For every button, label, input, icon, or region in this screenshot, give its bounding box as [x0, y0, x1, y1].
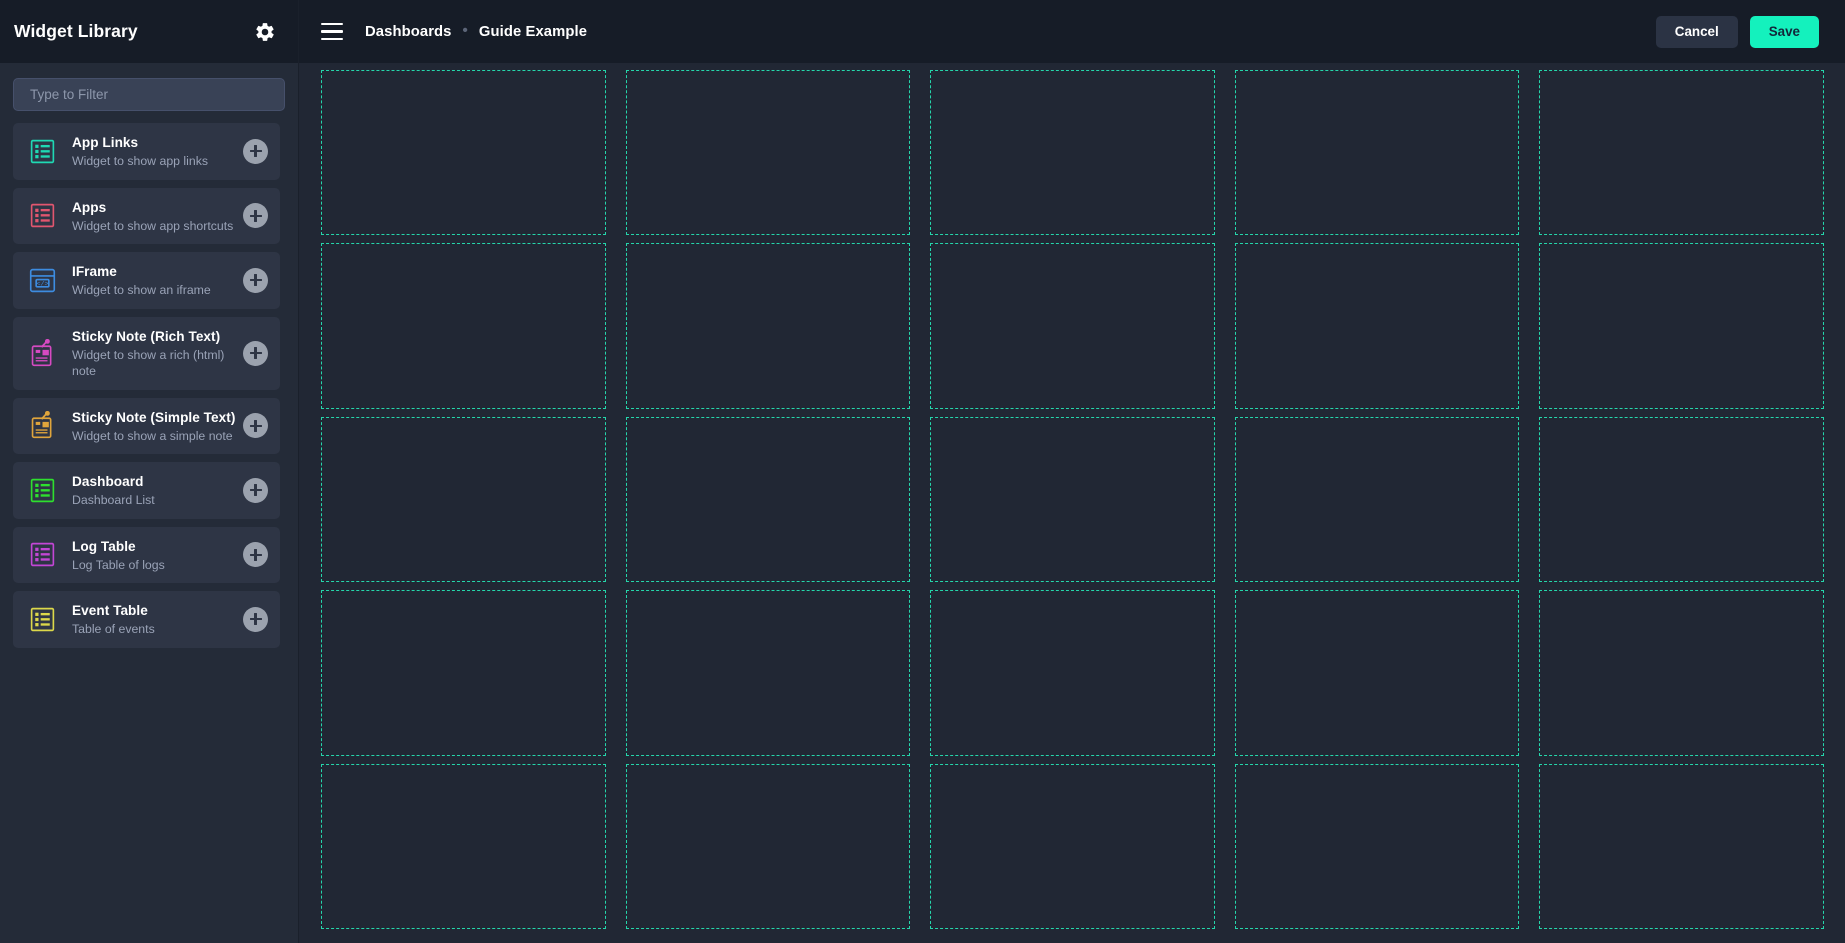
- widget-library-item[interactable]: Sticky Note (Simple Text)Widget to show …: [13, 398, 280, 455]
- list-icon: [27, 475, 58, 506]
- grid-drop-cell[interactable]: [930, 590, 1215, 755]
- sticky-note-icon: [27, 338, 58, 369]
- widget-item-description: Widget to show a simple note: [72, 428, 237, 445]
- grid-drop-cell[interactable]: [1539, 590, 1824, 755]
- grid-drop-cell[interactable]: [321, 243, 606, 408]
- widget-item-description: Widget to show a rich (html) note: [72, 347, 237, 380]
- widget-library-panel: Widget Library App LinksWidget to show a…: [0, 0, 299, 943]
- widget-item-description: Widget to show an iframe: [72, 282, 237, 299]
- widget-library-item[interactable]: Sticky Note (Rich Text)Widget to show a …: [13, 317, 280, 390]
- widget-item-description: Log Table of logs: [72, 557, 237, 574]
- main-area: Dashboards • Guide Example Cancel Save: [299, 0, 1845, 943]
- widget-item-title: Log Table: [72, 537, 237, 556]
- save-button[interactable]: Save: [1750, 16, 1819, 48]
- widget-filter-input[interactable]: [13, 78, 285, 111]
- list-icon: [27, 200, 58, 231]
- grid-drop-cell[interactable]: [626, 417, 911, 582]
- svg-text:</>: </>: [36, 280, 48, 288]
- breadcrumb-separator-icon: •: [463, 23, 468, 38]
- grid-drop-cell[interactable]: [626, 70, 911, 235]
- widget-library-item[interactable]: Log TableLog Table of logs: [13, 527, 280, 584]
- grid-drop-cell[interactable]: [321, 764, 606, 929]
- add-widget-button[interactable]: [243, 341, 268, 366]
- widget-item-text: DashboardDashboard List: [72, 472, 243, 509]
- widget-library-item[interactable]: Event TableTable of events: [13, 591, 280, 648]
- gear-icon[interactable]: [254, 21, 276, 43]
- widget-item-description: Dashboard List: [72, 492, 237, 509]
- widget-item-text: Sticky Note (Rich Text)Widget to show a …: [72, 327, 243, 380]
- widget-item-title: Sticky Note (Rich Text): [72, 327, 237, 346]
- breadcrumb: Dashboards • Guide Example: [365, 24, 587, 40]
- grid-drop-cell[interactable]: [1539, 70, 1824, 235]
- widget-item-title: Apps: [72, 198, 237, 217]
- list-icon: [27, 604, 58, 635]
- widget-item-text: IFrameWidget to show an iframe: [72, 262, 243, 299]
- widget-item-title: IFrame: [72, 262, 237, 281]
- widget-item-text: App LinksWidget to show app links: [72, 133, 243, 170]
- widget-item-description: Widget to show app links: [72, 153, 237, 170]
- grid-drop-cell[interactable]: [930, 417, 1215, 582]
- grid-drop-cell[interactable]: [1235, 590, 1520, 755]
- widget-filter-container: [0, 63, 298, 121]
- top-bar: Dashboards • Guide Example Cancel Save: [299, 0, 1845, 63]
- widget-item-description: Widget to show app shortcuts: [72, 218, 237, 235]
- grid-drop-cell[interactable]: [930, 243, 1215, 408]
- list-icon: [27, 136, 58, 167]
- widget-library-item[interactable]: </> IFrameWidget to show an iframe: [13, 252, 280, 309]
- add-widget-button[interactable]: [243, 203, 268, 228]
- widget-item-text: AppsWidget to show app shortcuts: [72, 198, 243, 235]
- widget-item-title: Sticky Note (Simple Text): [72, 408, 237, 427]
- browser-code-icon: </>: [27, 265, 58, 296]
- grid-drop-cell[interactable]: [1235, 417, 1520, 582]
- dashboard-editor: Widget Library App LinksWidget to show a…: [0, 0, 1845, 943]
- grid-drop-cell[interactable]: [321, 590, 606, 755]
- widget-library-title: Widget Library: [14, 21, 138, 42]
- widget-item-title: Event Table: [72, 601, 237, 620]
- add-widget-button[interactable]: [243, 607, 268, 632]
- sticky-note-icon: [27, 410, 58, 441]
- widget-item-title: Dashboard: [72, 472, 237, 491]
- grid-drop-cell[interactable]: [1235, 70, 1520, 235]
- widget-library-item[interactable]: AppsWidget to show app shortcuts: [13, 188, 280, 245]
- add-widget-button[interactable]: [243, 478, 268, 503]
- hamburger-menu-icon[interactable]: [321, 23, 343, 40]
- grid-drop-cell[interactable]: [930, 70, 1215, 235]
- breadcrumb-item-current: Guide Example: [479, 24, 587, 40]
- list-icon: [27, 539, 58, 570]
- grid-drop-cell[interactable]: [1539, 764, 1824, 929]
- widget-item-title: App Links: [72, 133, 237, 152]
- top-bar-actions: Cancel Save: [1656, 16, 1819, 48]
- dashboard-canvas[interactable]: [299, 63, 1845, 943]
- grid-drop-cell[interactable]: [321, 70, 606, 235]
- grid-drop-cell[interactable]: [1539, 243, 1824, 408]
- cancel-button[interactable]: Cancel: [1656, 16, 1738, 48]
- add-widget-button[interactable]: [243, 542, 268, 567]
- add-widget-button[interactable]: [243, 268, 268, 293]
- grid-drop-cell[interactable]: [321, 417, 606, 582]
- widget-library-item[interactable]: App LinksWidget to show app links: [13, 123, 280, 180]
- widget-library-header: Widget Library: [0, 0, 298, 63]
- grid-drop-cell[interactable]: [626, 590, 911, 755]
- widget-item-text: Log TableLog Table of logs: [72, 537, 243, 574]
- breadcrumb-item-dashboards[interactable]: Dashboards: [365, 24, 452, 40]
- grid-drop-cell[interactable]: [1235, 764, 1520, 929]
- add-widget-button[interactable]: [243, 139, 268, 164]
- widget-item-text: Sticky Note (Simple Text)Widget to show …: [72, 408, 243, 445]
- grid-drop-cell[interactable]: [626, 764, 911, 929]
- grid-drop-cell[interactable]: [930, 764, 1215, 929]
- widget-item-description: Table of events: [72, 621, 237, 638]
- grid-drop-cell[interactable]: [1539, 417, 1824, 582]
- widget-list[interactable]: App LinksWidget to show app linksAppsWid…: [0, 121, 298, 943]
- widget-item-text: Event TableTable of events: [72, 601, 243, 638]
- grid-drop-cell[interactable]: [1235, 243, 1520, 408]
- add-widget-button[interactable]: [243, 413, 268, 438]
- dashboard-drop-grid[interactable]: [321, 70, 1824, 929]
- grid-drop-cell[interactable]: [626, 243, 911, 408]
- widget-library-item[interactable]: DashboardDashboard List: [13, 462, 280, 519]
